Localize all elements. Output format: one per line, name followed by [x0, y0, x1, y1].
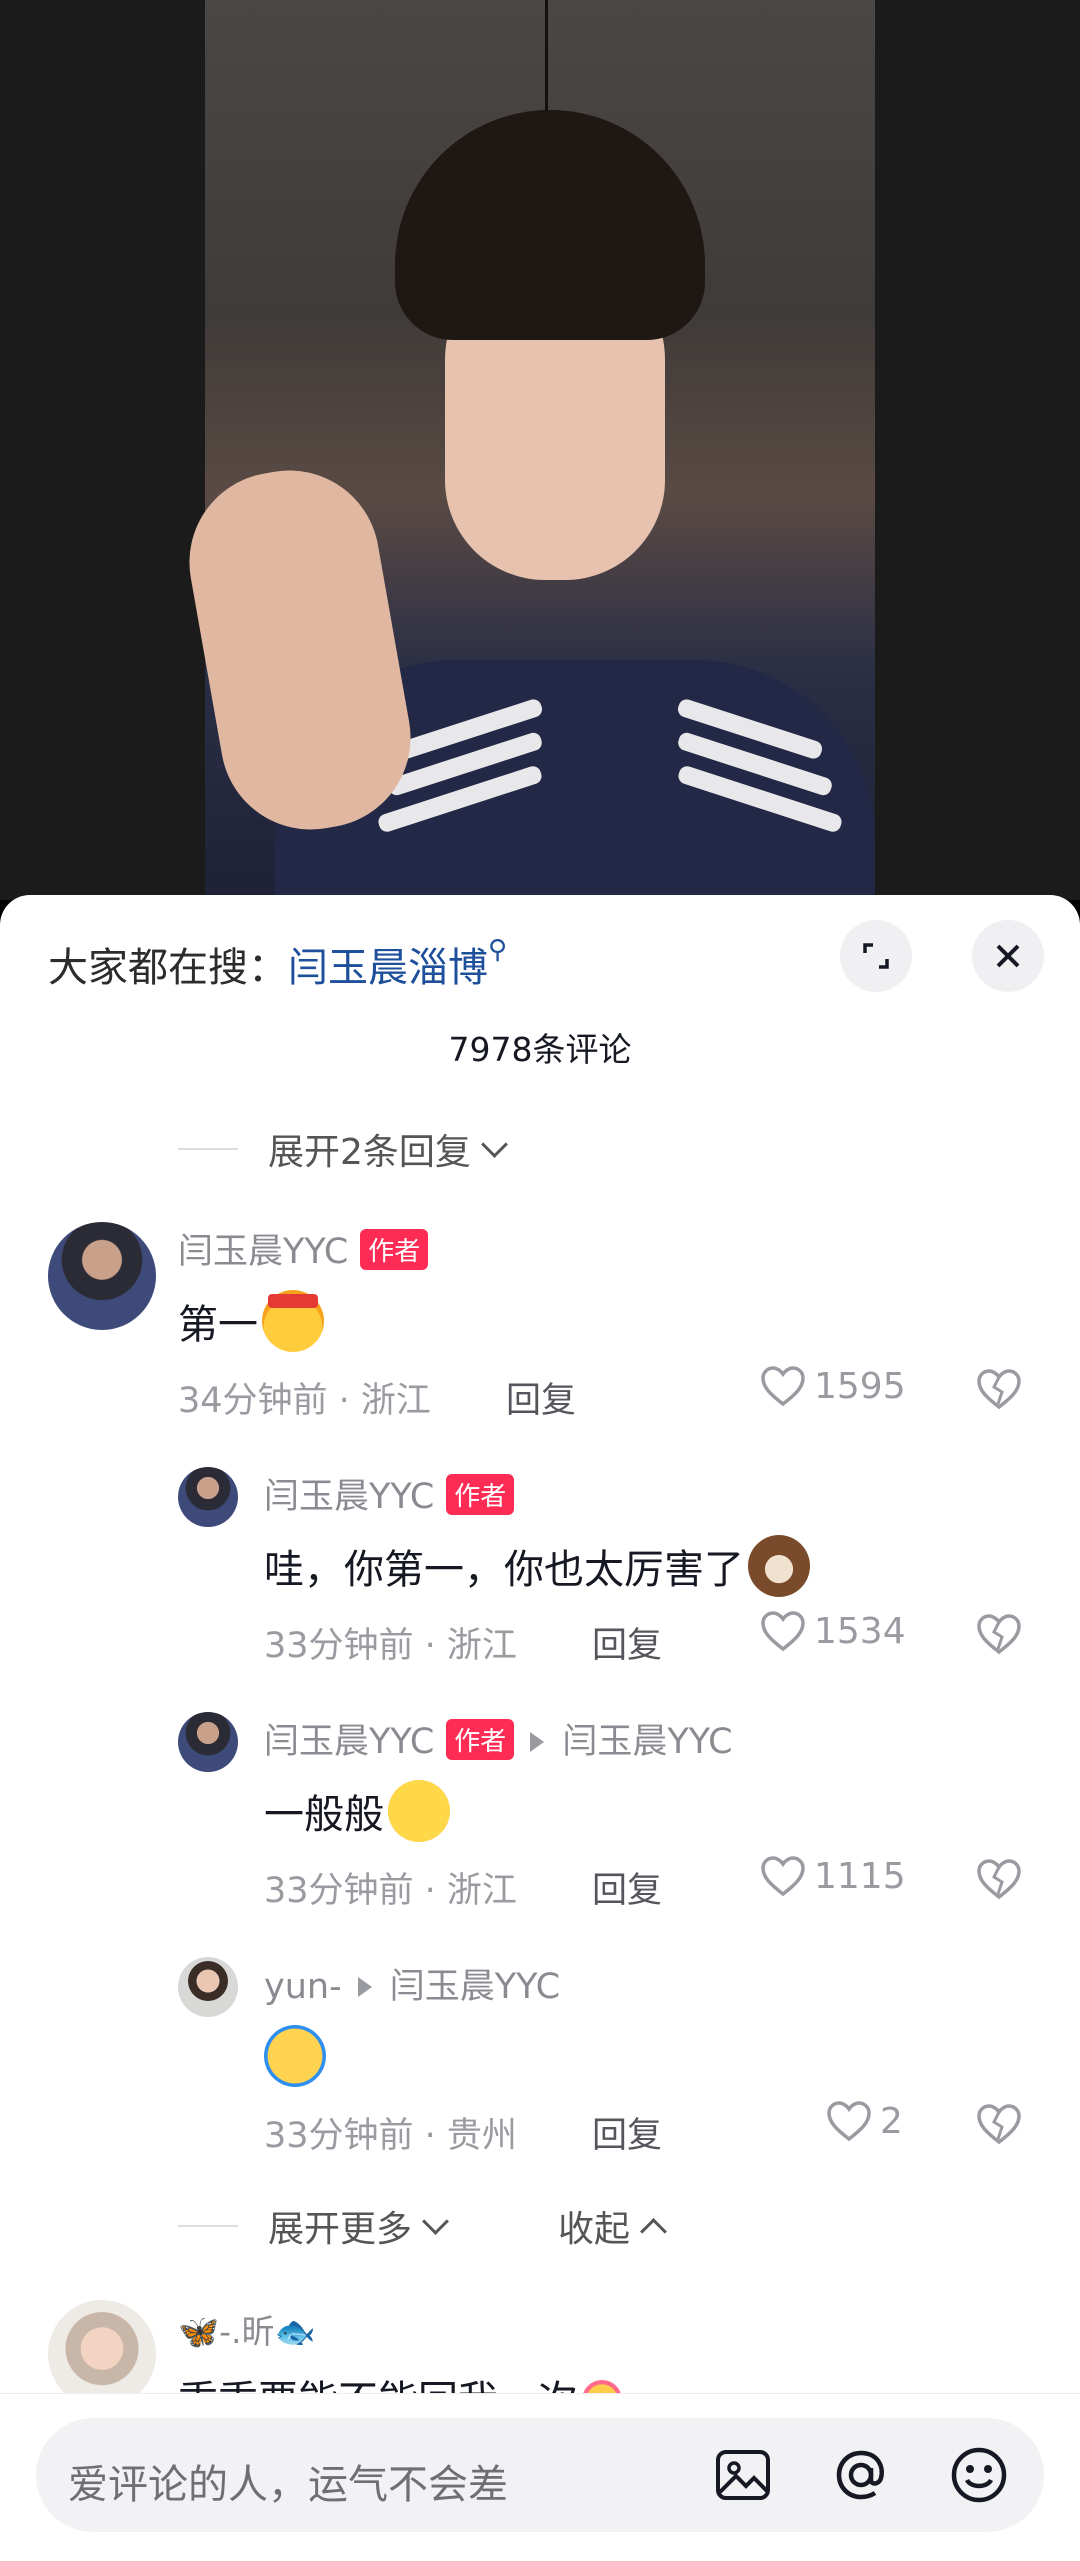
heart-icon: [827, 2101, 871, 2142]
video-hand: [175, 456, 425, 844]
avatar[interactable]: [48, 2300, 156, 2408]
comment-text: 第一: [178, 1290, 324, 1352]
reply-button[interactable]: 回复: [592, 2107, 662, 2158]
angry-headband-emoji: [262, 1290, 324, 1352]
crying-emoji: [264, 2025, 326, 2087]
reply-button[interactable]: 回复: [592, 1862, 662, 1913]
like-button[interactable]: 2: [826, 2100, 903, 2142]
like-button[interactable]: 1115: [760, 1855, 906, 1897]
video-player[interactable]: [0, 0, 1080, 900]
heart-icon: [761, 1366, 805, 1407]
expand-icon: [863, 943, 889, 969]
expand-replies-button[interactable]: 展开2条回复: [178, 1123, 508, 1175]
at-icon[interactable]: [830, 2444, 892, 2506]
collapse-button[interactable]: 收起: [558, 2200, 667, 2252]
reply-text: [264, 2025, 326, 2087]
avatar[interactable]: [178, 1957, 238, 2017]
dislike-button[interactable]: [976, 1368, 1022, 1414]
chevron-down-icon: [422, 2207, 449, 2235]
author-badge: 作者: [446, 1474, 515, 1515]
like-count: 1534: [814, 1610, 906, 1652]
reply-time-location: 33分钟前 · 浙江: [264, 1871, 517, 1911]
fish-icon: 🐟: [274, 2312, 316, 2351]
thinking-emoji: [388, 1780, 450, 1842]
reply-text: 一般般: [264, 1780, 450, 1842]
close-icon: [996, 944, 1020, 968]
dog-emoji: [748, 1535, 810, 1597]
comment-author[interactable]: 🦋-.昕🐟: [178, 2305, 316, 2353]
hot-search-prefix: 大家都在搜：: [48, 945, 288, 991]
broken-heart-icon: [977, 1369, 1021, 1410]
chevron-up-icon: [640, 2217, 667, 2245]
broken-heart-icon: [977, 1614, 1021, 1655]
close-button[interactable]: [972, 920, 1044, 992]
avatar[interactable]: [178, 1712, 238, 1772]
comment-input-bar: 爱评论的人，运气不会差: [0, 2393, 1080, 2561]
comment-input[interactable]: 爱评论的人，运气不会差: [36, 2418, 1044, 2532]
expand-button[interactable]: [840, 920, 912, 992]
reply-author[interactable]: 闫玉晨YYC 作者 闫玉晨YYC: [264, 1713, 733, 1764]
reply-author[interactable]: 闫玉晨YYC 作者: [264, 1468, 515, 1519]
like-count: 1595: [814, 1365, 906, 1407]
like-button[interactable]: 1595: [760, 1365, 906, 1407]
author-badge: 作者: [446, 1719, 515, 1760]
reply-button[interactable]: 回复: [506, 1372, 576, 1423]
heart-icon: [761, 1611, 805, 1652]
search-icon: ⚲: [488, 935, 508, 965]
reply-time-location: 33分钟前 · 浙江: [264, 1626, 517, 1666]
reply-target[interactable]: 闫玉晨YYC: [390, 1967, 560, 2007]
reply-button[interactable]: 回复: [592, 1617, 662, 1668]
expand-replies-label: 展开2条回复: [268, 1132, 471, 1173]
comment-count: 7978条评论: [448, 1030, 632, 1069]
author-badge: 作者: [360, 1229, 429, 1270]
video-hair: [395, 110, 705, 340]
comment-author[interactable]: 闫玉晨YYC 作者: [178, 1223, 429, 1274]
comment-time-location: 34分钟前 · 浙江: [178, 1381, 431, 1421]
avatar[interactable]: [178, 1467, 238, 1527]
collapse-label: 收起: [558, 2209, 631, 2250]
hot-search[interactable]: 大家都在搜：闫玉晨淄博⚲: [48, 935, 507, 993]
reply-author[interactable]: yun- 闫玉晨YYC: [264, 1958, 560, 2009]
chevron-down-icon: [480, 1130, 508, 1158]
hot-search-keyword[interactable]: 闫玉晨淄博: [288, 945, 488, 991]
video-frame: [175, 0, 875, 900]
dislike-button[interactable]: [976, 2103, 1022, 2149]
butterfly-icon: 🦋: [178, 2312, 220, 2351]
dislike-button[interactable]: [976, 1613, 1022, 1659]
image-icon[interactable]: [712, 2444, 774, 2506]
broken-heart-icon: [977, 1859, 1021, 1900]
heart-icon: [761, 1856, 805, 1897]
reply-text: 哇，你第一，你也太厉害了: [264, 1535, 810, 1597]
emoji-icon[interactable]: [948, 2444, 1010, 2506]
comment-input-placeholder: 爱评论的人，运气不会差: [68, 2462, 508, 2508]
reply-time-location: 33分钟前 · 贵州: [264, 2116, 517, 2156]
comment-sheet: 大家都在搜：闫玉晨淄博⚲ 7978条评论 展开2条回复 闫玉晨YYC 作者 第一 …: [0, 895, 1080, 2560]
avatar[interactable]: [48, 1222, 156, 1330]
expand-more-button[interactable]: 展开更多: [178, 2200, 449, 2252]
expand-more-label: 展开更多: [268, 2209, 413, 2250]
like-count: 1115: [814, 1855, 906, 1897]
like-button[interactable]: 1534: [760, 1610, 906, 1652]
reply-target[interactable]: 闫玉晨YYC: [562, 1722, 732, 1762]
broken-heart-icon: [977, 2104, 1021, 2145]
like-count: 2: [880, 2100, 903, 2142]
dislike-button[interactable]: [976, 1858, 1022, 1904]
reply-to-arrow-icon: [530, 1732, 545, 1752]
reply-to-arrow-icon: [357, 1977, 372, 1997]
